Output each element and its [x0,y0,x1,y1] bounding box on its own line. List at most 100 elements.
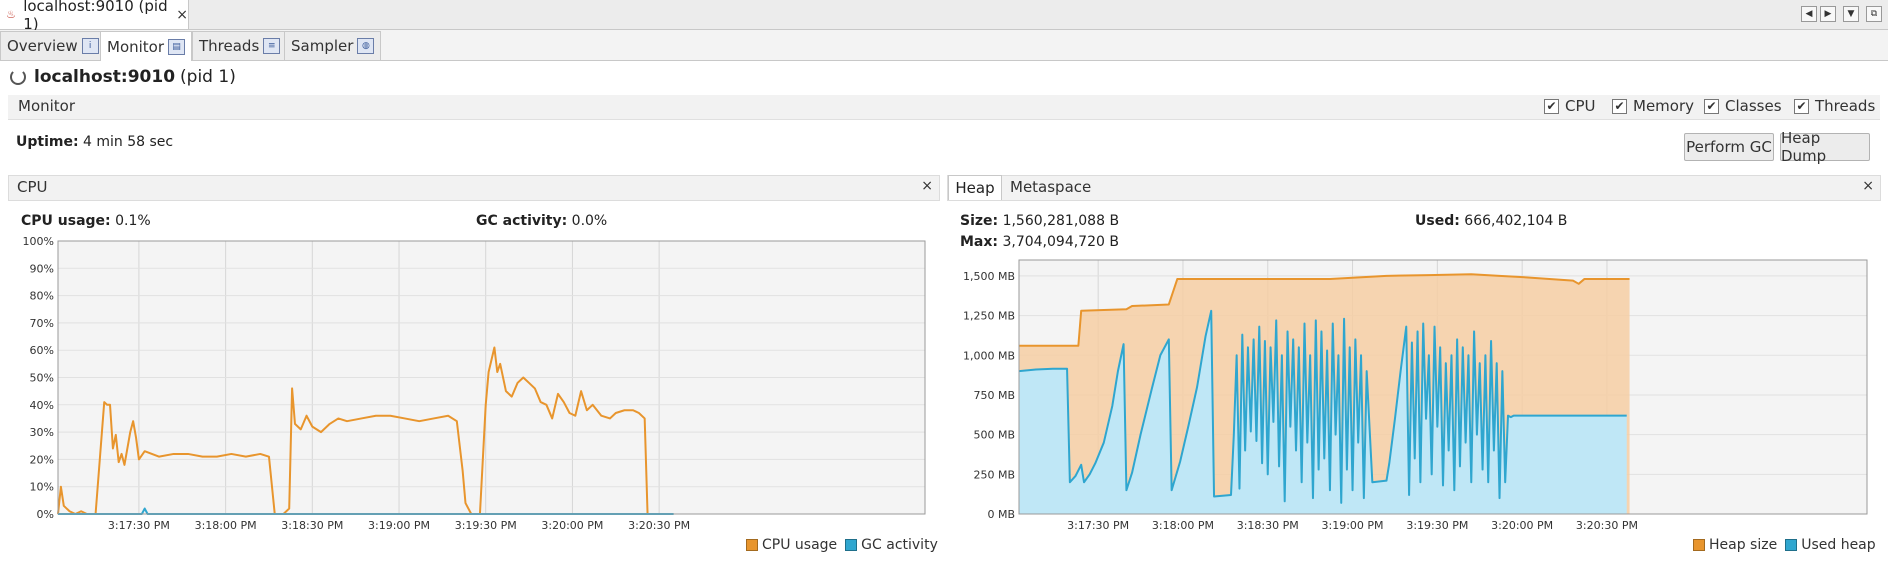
x-tick-label: 3:17:30 PM [1067,519,1129,532]
x-tick-label: 3:18:00 PM [195,519,257,532]
scroll-left-button[interactable]: ◀ [1801,6,1817,22]
y-tick-label: 60% [30,344,54,357]
uptime-label: Uptime: [16,134,79,150]
cpu-usage-swatch [746,539,758,551]
checkbox-label: Memory [1633,97,1695,115]
memory-checkbox[interactable]: ✔ Memory [1612,97,1694,115]
legend-label: Used heap [1801,537,1876,553]
checkbox-label: Threads [1815,97,1876,115]
cpu-usage-label: CPU usage: [21,213,111,229]
uptime-value: 4 min 58 sec [83,134,174,150]
tab-overview[interactable]: Overview i [0,31,106,60]
heap-max-label: Max: [960,234,999,250]
cpu-panel-title: CPU [17,178,48,196]
x-tick-label: 3:19:00 PM [1322,519,1384,532]
y-tick-label: 1,250 MB [963,310,1015,323]
x-tick-label: 3:20:00 PM [1491,519,1553,532]
y-tick-label: 750 MB [973,389,1015,402]
heap-size-label: Size: [960,213,999,229]
classes-checkbox[interactable]: ✔ Classes [1704,97,1782,115]
monitor-icon: ▤ [168,38,186,55]
document-tab-strip: ♨ localhost:9010 (pid 1) × ◀ ▶ ▼ ⧉ [0,0,1888,33]
checkbox-label: Classes [1725,97,1782,115]
heap-chart-legend: Heap size Used heap [1685,537,1876,553]
tab-label: Overview [7,37,78,55]
cpu-checkbox[interactable]: ✔ CPU [1544,97,1596,115]
x-tick-label: 3:19:30 PM [455,519,517,532]
x-tick-label: 3:20:00 PM [541,519,603,532]
heap-used-label: Used: [1415,213,1460,229]
heap-panel-header: Heap Metaspace × [947,175,1881,201]
x-tick-label: 3:18:30 PM [1237,519,1299,532]
tab-sampler[interactable]: Sampler ◍ [284,31,382,60]
cpu-chart-legend: CPU usage GC activity [738,537,938,553]
y-tick-label: 80% [30,290,54,303]
checkbox-label: CPU [1565,97,1596,115]
y-tick-label: 0 MB [987,508,1015,521]
legend-label: Heap size [1709,537,1778,553]
heap-chart: 3:17:30 PM 3:18:00 PM 3:18:30 PM 3:19:00 PM… [963,259,1868,532]
checkbox-icon: ✔ [1794,98,1809,114]
heap-dump-button[interactable]: Heap Dump [1780,129,1870,165]
gc-activity-swatch [845,539,858,551]
monitor-section-label: Monitor [18,97,76,115]
x-tick-label: 3:18:30 PM [281,519,343,532]
heap-size-value: 1,560,281,088 B [1002,213,1120,229]
heap-size-stat: Size: 1,560,281,088 B [960,213,1119,229]
document-tab[interactable]: ♨ localhost:9010 (pid 1) × [0,0,189,33]
cpu-usage-stat: CPU usage: 0.1% [21,213,151,229]
view-tabs: Overview i Monitor ▤ Threads ≡ Sampler ◍ [0,30,1888,61]
restore-window-button[interactable]: ⧉ [1866,6,1882,22]
y-tick-label: 10% [30,481,54,494]
gc-activity-stat: GC activity: 0.0% [476,213,607,229]
cpu-panel-header: CPU × [8,175,940,201]
y-tick-label: 250 MB [973,468,1015,481]
close-icon[interactable]: × [1862,178,1874,194]
pid-label: (pid 1) [180,67,236,87]
close-icon[interactable]: × [921,178,933,194]
tab-monitor[interactable]: Monitor ▤ [100,31,193,61]
checkbox-icon: ✔ [1612,98,1627,114]
checkbox-icon: ✔ [1544,98,1559,114]
gc-activity-value: 0.0% [571,213,608,229]
tab-heap[interactable]: Heap [948,175,1002,200]
cpu-usage-value: 0.1% [115,213,151,229]
tab-threads[interactable]: Threads ≡ [192,31,288,60]
y-tick-label: 1,000 MB [963,349,1015,362]
uptime-readout: Uptime: 4 min 58 sec [16,134,173,150]
documents-dropdown-button[interactable]: ▼ [1843,6,1859,22]
document-tab-title: localhost:9010 (pid 1) [23,0,168,33]
x-tick-label: 3:18:00 PM [1152,519,1214,532]
legend-label: GC activity [861,537,938,553]
monitor-section-bar: Monitor ✔ CPU ✔ Memory ✔ Classes ✔ Threa… [8,95,1880,120]
y-tick-label: 50% [30,372,54,385]
tab-metaspace[interactable]: Metaspace [1010,178,1091,196]
legend-label: CPU usage [762,537,838,553]
y-tick-label: 40% [30,399,54,412]
threads-checkbox[interactable]: ✔ Threads [1794,97,1875,115]
y-tick-label: 500 MB [973,429,1015,442]
x-tick-label: 3:17:30 PM [108,519,170,532]
overview-icon: i [81,38,99,54]
gc-activity-label: GC activity: [476,213,568,229]
scroll-right-button[interactable]: ▶ [1820,6,1836,22]
host-name: localhost:9010 [34,67,176,87]
y-tick-label: 70% [30,317,54,330]
sampler-icon: ◍ [357,38,375,54]
threads-icon: ≡ [263,38,281,54]
tab-label: Threads [199,37,260,55]
heap-used-value: 666,402,104 B [1464,213,1568,229]
used-heap-swatch [1785,539,1798,551]
tab-label: Monitor [107,37,165,56]
page-title: localhost:9010 (pid 1) [10,67,236,87]
cpu-chart: 3:17:30 PM 3:18:00 PM 3:18:30 PM 3:19:00 PM… [23,235,926,532]
y-tick-label: 100% [23,235,54,248]
y-tick-label: 90% [30,262,54,275]
x-tick-label: 3:20:30 PM [628,519,690,532]
close-icon[interactable]: × [176,7,188,23]
heap-max-value: 3,704,094,720 B [1002,234,1119,250]
checkbox-icon: ✔ [1704,98,1719,114]
perform-gc-button[interactable]: Perform GC [1684,133,1774,161]
heap-size-swatch [1693,539,1705,551]
heap-used-stat: Used: 666,402,104 B [1415,213,1567,229]
